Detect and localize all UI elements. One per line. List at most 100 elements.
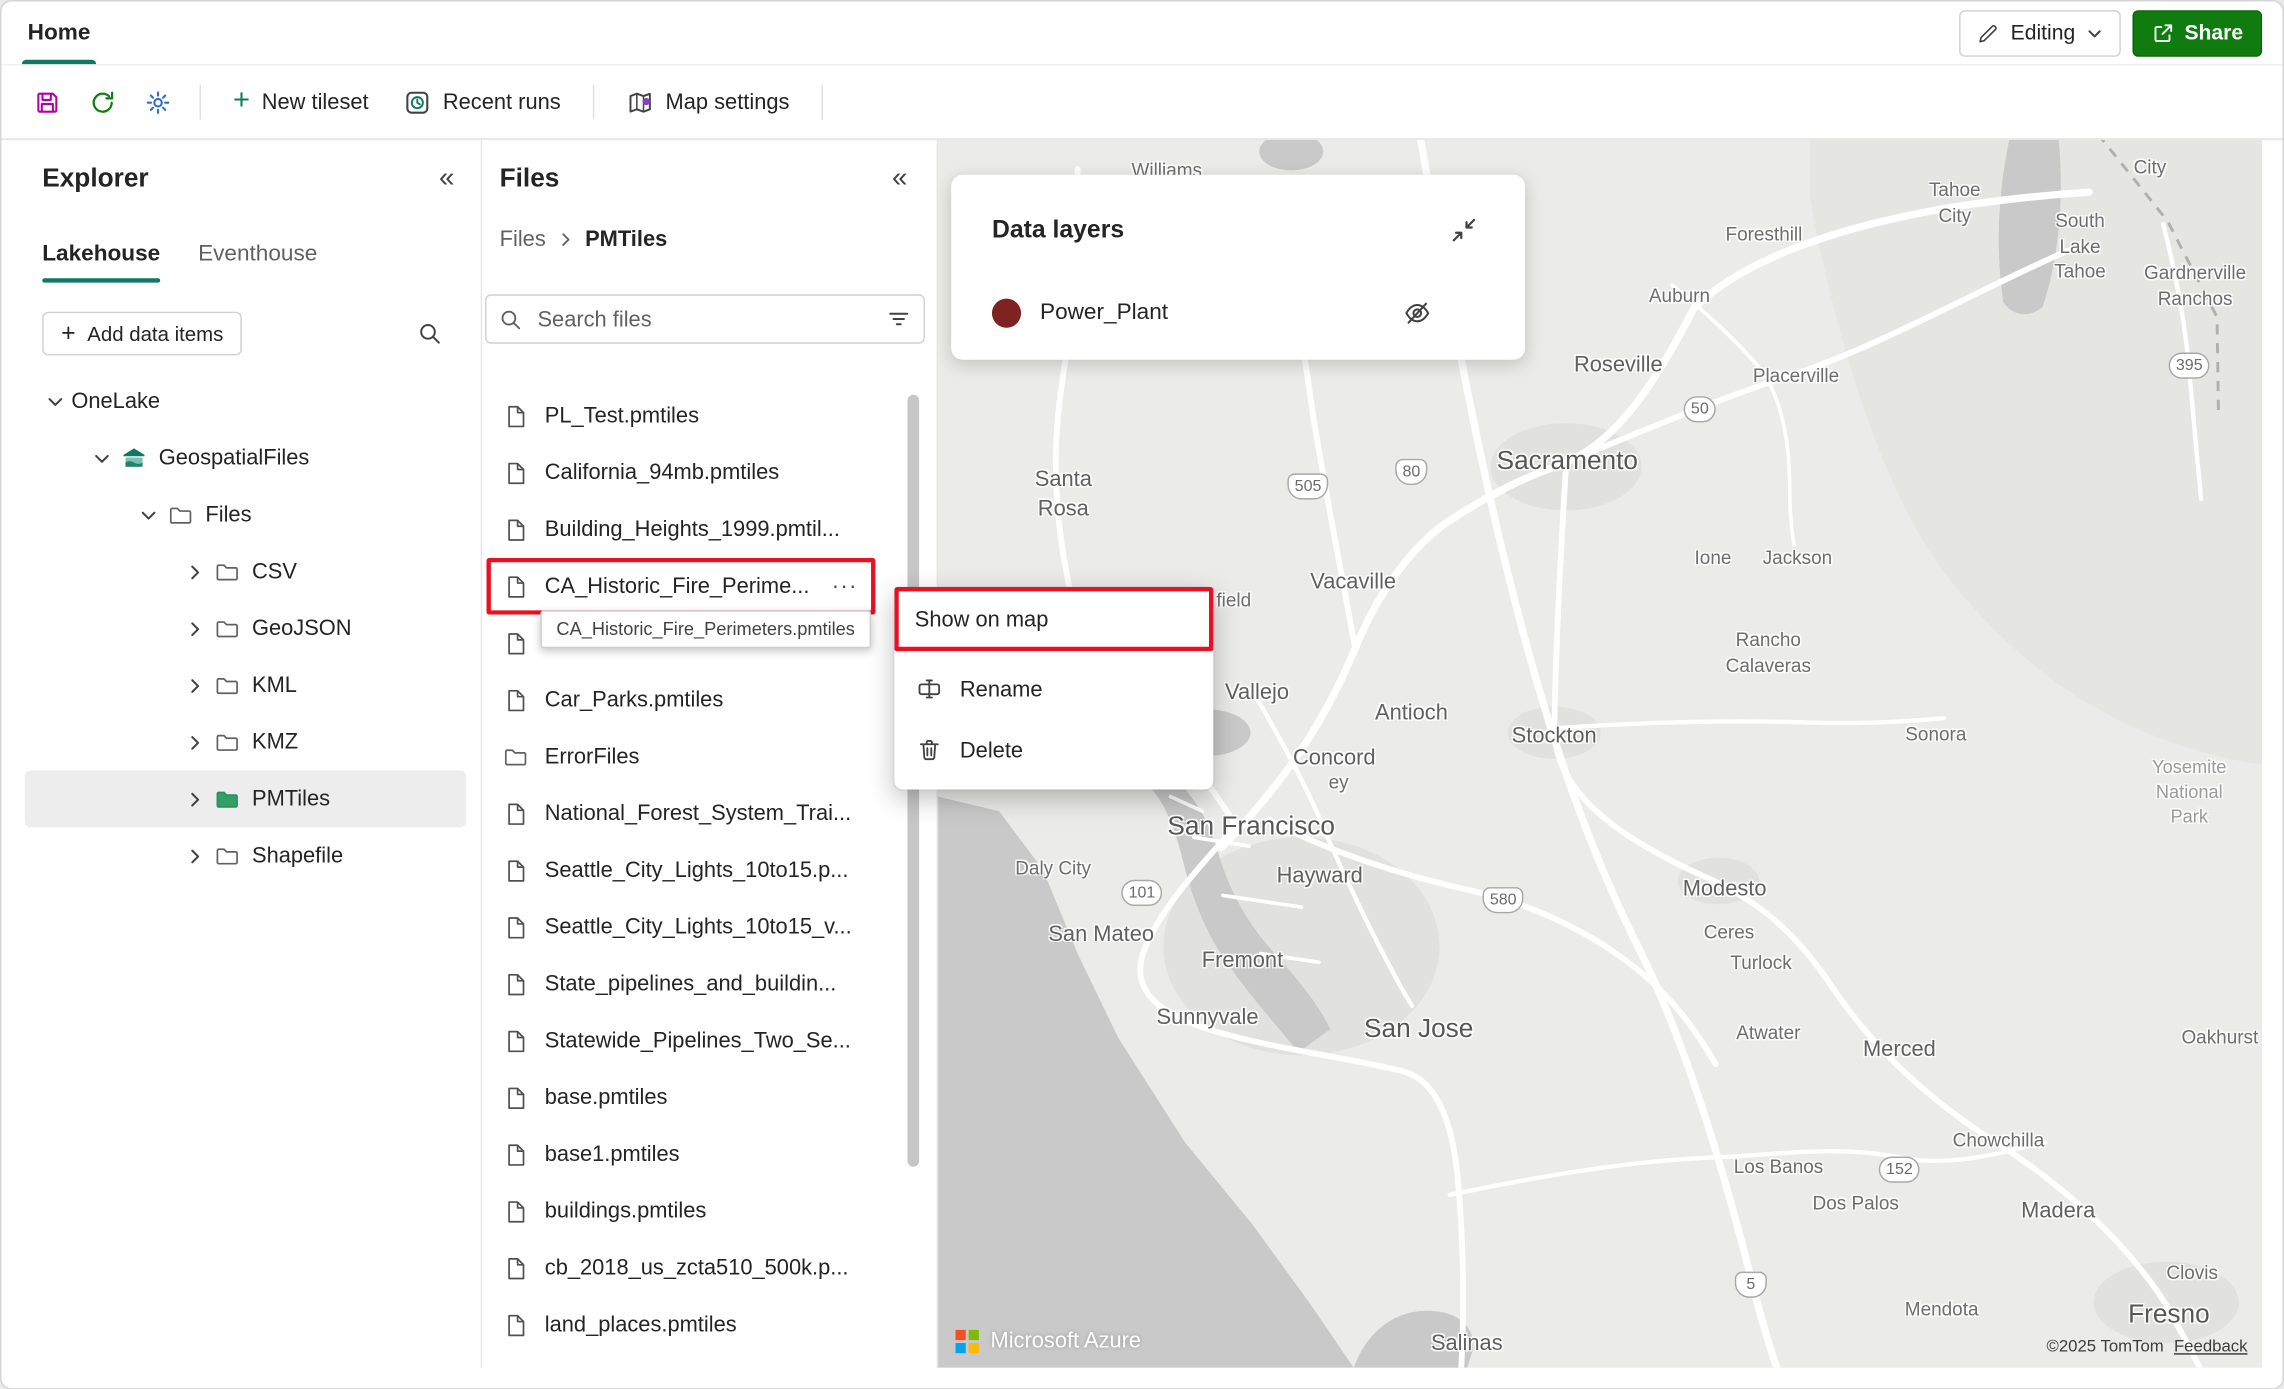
file-name: Car_Parks.pmtiles [544, 687, 724, 713]
chevron-icon[interactable] [179, 733, 211, 750]
app-window: Home Editing Share + New tileset Recent … [0, 0, 2284, 1389]
file-row[interactable]: State_pipelines_and_buildin... ··· [487, 956, 896, 1013]
file-icon [500, 687, 532, 713]
collapse-panel-icon[interactable] [1449, 216, 1478, 245]
file-icon [500, 1028, 532, 1054]
context-menu-item[interactable]: Show on map [894, 587, 1214, 653]
item-icon [211, 672, 243, 698]
file-icon [500, 744, 532, 770]
toolbar-divider [199, 84, 202, 120]
recent-runs-button[interactable]: Recent runs [389, 77, 575, 127]
file-name: land_places.pmtiles [544, 1312, 737, 1338]
files-title: Files [499, 163, 560, 193]
collapse-explorer-icon[interactable]: « [439, 165, 454, 193]
chevron-icon[interactable] [179, 790, 211, 807]
file-row[interactable]: ErrorFiles ··· [487, 728, 896, 785]
tree-item-label: PMTiles [251, 786, 331, 812]
search-icon[interactable] [411, 315, 449, 353]
tree-item[interactable]: Shapefile [25, 827, 466, 884]
file-row[interactable]: land_places.pmtiles ··· [487, 1296, 896, 1353]
file-row[interactable]: Seattle_City_Lights_10to15_v... ··· [487, 899, 896, 956]
file-name: base1.pmtiles [544, 1141, 680, 1167]
context-menu-item[interactable]: Delete [894, 720, 1213, 781]
feedback-link[interactable]: Feedback [2174, 1339, 2248, 1356]
menu-item-label: Show on map [914, 606, 1049, 632]
visibility-off-icon[interactable] [1400, 296, 1435, 331]
road-shield: 5 [1734, 1271, 1767, 1298]
explorer-panel: Explorer « Lakehouse Eventhouse + Add da… [22, 139, 483, 1368]
new-tileset-button[interactable]: + New tileset [218, 77, 383, 127]
chevron-icon[interactable] [39, 393, 71, 410]
tree-item-label: KMZ [251, 729, 299, 755]
chevron-icon[interactable] [86, 449, 118, 466]
chevron-icon[interactable] [179, 677, 211, 694]
file-row[interactable]: buildings.pmtiles ··· [487, 1183, 896, 1240]
tree-item[interactable]: KMZ [25, 714, 466, 771]
item-icon [211, 729, 243, 755]
file-name: National_Forest_System_Trai... [544, 801, 852, 826]
file-row[interactable]: Building_Heights_1999.pmtil... ··· [487, 501, 896, 558]
copyright-text: ©2025 TomTom [2046, 1338, 2164, 1357]
file-row[interactable]: ··· [487, 1353, 896, 1368]
refresh-button[interactable] [77, 77, 127, 127]
layer-row[interactable]: Power_Plant [951, 283, 1525, 344]
chevron-icon[interactable] [179, 847, 211, 864]
tree-item-label: GeoJSON [251, 616, 352, 641]
tree-item[interactable]: GeospatialFiles [25, 430, 466, 487]
file-row[interactable]: base1.pmtiles ··· [487, 1126, 896, 1183]
file-row[interactable]: CA_Historic_Fire_Perime... ··· [487, 558, 876, 615]
chevron-icon[interactable] [179, 620, 211, 637]
file-row[interactable]: cb_2018_us_zcta510_500k.p... ··· [487, 1240, 896, 1297]
explorer-title: Explorer [42, 163, 149, 193]
share-button[interactable]: Share [2132, 9, 2263, 57]
map-settings-button[interactable]: Map settings [612, 77, 804, 127]
filename-tooltip: CA_Historic_Fire_Perimeters.pmtiles [540, 610, 871, 649]
tree-item[interactable]: Files [25, 487, 466, 544]
chevron-icon[interactable] [133, 506, 165, 523]
file-icon [500, 1198, 532, 1224]
tab-eventhouse[interactable]: Eventhouse [198, 227, 317, 282]
file-row[interactable]: Car_Parks.pmtiles ··· [487, 671, 896, 728]
save-button[interactable] [22, 77, 72, 127]
filter-icon[interactable] [886, 306, 912, 332]
file-row[interactable]: Statewide_Pipelines_Two_Se... ··· [487, 1012, 896, 1069]
more-options-button[interactable]: ··· [826, 567, 864, 605]
tree-item-label: OneLake [71, 388, 161, 414]
tree-item[interactable]: CSV [25, 543, 466, 600]
file-row[interactable]: California_94mb.pmtiles ··· [487, 444, 896, 501]
ribbon-toolbar: + New tileset Recent runs Map settings [1, 66, 2283, 140]
file-icon [500, 1141, 532, 1167]
editing-mode-button[interactable]: Editing [1959, 9, 2121, 57]
file-row[interactable]: base.pmtiles ··· [487, 1069, 896, 1126]
file-row[interactable]: Seattle_City_Lights_10to15.p... ··· [487, 842, 896, 899]
chevron-icon[interactable] [179, 563, 211, 580]
layer-color-dot [991, 298, 1022, 328]
menu-item-icon [915, 737, 944, 763]
search-files-input[interactable] [534, 305, 874, 333]
file-name: CA_Historic_Fire_Perime... [544, 573, 810, 599]
data-layers-panel: Data layers Power_Plant [951, 174, 1526, 360]
context-menu-item[interactable]: Rename [894, 658, 1213, 719]
recent-runs-icon [404, 88, 432, 116]
add-data-items-button[interactable]: + Add data items [42, 311, 243, 356]
item-icon [211, 843, 243, 869]
menu-item-label: Rename [959, 676, 1043, 702]
tree-item[interactable]: GeoJSON [25, 600, 466, 657]
tree-item[interactable]: PMTiles [24, 770, 467, 828]
settings-gear-button[interactable] [133, 77, 183, 127]
item-icon [211, 559, 243, 585]
tab-home[interactable]: Home [21, 1, 97, 65]
file-row[interactable]: National_Forest_System_Trai... ··· [487, 785, 896, 842]
collapse-files-icon[interactable]: « [892, 165, 907, 193]
road-shield: 505 [1287, 473, 1329, 500]
breadcrumb-files[interactable]: Files [500, 227, 546, 252]
file-row[interactable]: PL_Test.pmtiles ··· [487, 387, 896, 444]
tab-lakehouse[interactable]: Lakehouse [42, 227, 161, 283]
tree-item[interactable]: OneLake [25, 373, 466, 430]
recent-runs-label: Recent runs [442, 89, 561, 115]
road-shield: 152 [1878, 1156, 1921, 1183]
microsoft-azure-logo: Microsoft Azure [955, 1328, 1141, 1353]
file-icon [500, 857, 532, 883]
explorer-tree: OneLake GeospatialFiles Files CSV GeoJSO… [22, 373, 481, 1368]
tree-item[interactable]: KML [25, 657, 466, 714]
